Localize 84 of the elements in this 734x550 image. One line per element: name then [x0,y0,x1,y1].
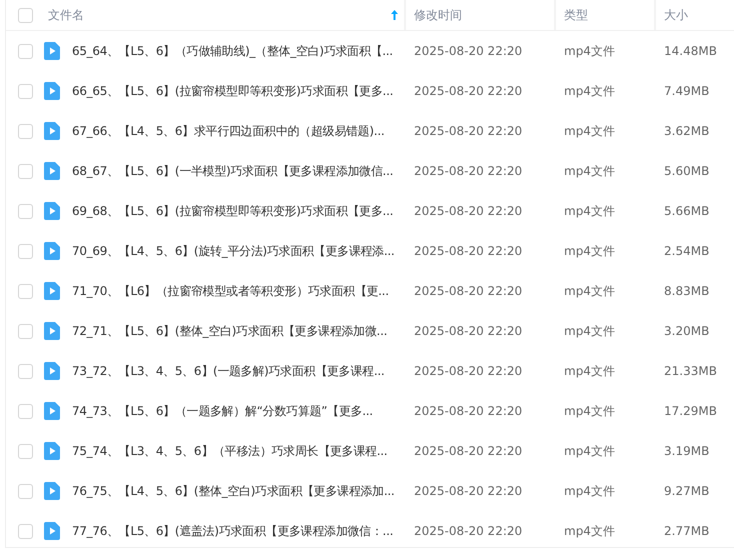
file-name[interactable]: 66_65、【L5、6】(拉窗帘模型即等积变形)巧求面积【更多... [72,82,404,100]
row-checkbox[interactable] [18,84,33,98]
file-type: mp4文件 [563,282,616,300]
file-name[interactable]: 73_72、【L3、4、5、6】(一题多解)巧求面积【更多课程... [72,362,404,380]
modified-time: 2025-08-20 22:20 [413,84,524,98]
modified-time: 2025-08-20 22:20 [413,324,524,338]
file-type: mp4文件 [563,482,616,500]
sort-arrow-icon [391,10,398,20]
file-size: 3.20MB [663,324,710,338]
select-all-checkbox[interactable] [18,8,33,22]
row-checkbox[interactable] [18,324,33,338]
file-name[interactable]: 75_74、【L3、4、5、6】（平移法）巧求周长【更多课程... [72,442,404,460]
video-file-icon [44,42,60,60]
row-checkbox[interactable] [18,364,33,378]
file-size: 2.77MB [663,524,710,538]
file-type: mp4文件 [563,522,616,540]
column-header[interactable]: 大小 [664,6,688,24]
file-name[interactable]: 65_64、【L5、6】（巧做辅助线)_（整体_空白)巧求面积【... [72,42,404,60]
modified-time: 2025-08-20 22:20 [413,524,524,538]
file-type: mp4文件 [563,162,616,180]
file-type: mp4文件 [563,202,616,220]
video-file-icon [44,522,60,540]
video-file-icon [44,442,60,460]
file-size: 21.33MB [663,364,718,378]
file-name[interactable]: 69_68、【L5、6】(拉窗帘模型即等积变形)巧求面积【更多... [72,202,404,220]
video-file-icon [44,82,60,100]
file-name[interactable]: 71_70、【L6】（拉窗帘模型或者等积变形）巧求面积【更... [72,282,404,300]
file-type: mp4文件 [563,322,616,340]
video-file-icon [44,402,60,420]
file-name[interactable]: 74_73、【L5、6】（一题多解）解“分数巧算题”【更多... [72,402,404,420]
video-file-icon [44,282,60,300]
file-name[interactable]: 77_76、【L5、6】(遮盖法)巧求面积【更多课程添加微信：... [72,522,404,540]
video-file-icon [44,362,60,380]
column-header[interactable]: 类型 [564,6,588,24]
file-size: 8.83MB [663,284,710,298]
file-type: mp4文件 [563,442,616,460]
modified-time: 2025-08-20 22:20 [413,484,524,498]
modified-time: 2025-08-20 22:20 [413,404,524,418]
file-size: 2.54MB [663,244,710,258]
modified-time: 2025-08-20 22:20 [413,164,524,178]
file-size: 3.62MB [663,124,710,138]
modified-time: 2025-08-20 22:20 [413,244,524,258]
file-size: 14.48MB [663,44,718,58]
row-checkbox[interactable] [18,164,33,178]
modified-time: 2025-08-20 22:20 [413,204,524,218]
file-type: mp4文件 [563,362,616,380]
row-checkbox[interactable] [18,204,33,218]
row-checkbox[interactable] [18,244,33,258]
file-type: mp4文件 [563,242,616,260]
modified-time: 2025-08-20 22:20 [413,284,524,298]
column-header[interactable]: 修改时间 [414,6,462,24]
column-header[interactable]: 文件名 [48,6,84,24]
modified-time: 2025-08-20 22:20 [413,444,524,458]
file-type: mp4文件 [563,82,616,100]
modified-time: 2025-08-20 22:20 [413,44,524,58]
file-size: 5.60MB [663,164,710,178]
file-name[interactable]: 70_69、【L4、5、6】(旋转_平分法)巧求面积【更多课程添... [72,242,404,260]
file-name[interactable]: 68_67、【L5、6】(一半模型)巧求面积【更多课程添加微信... [72,162,404,180]
file-type: mp4文件 [563,42,616,60]
video-file-icon [44,482,60,500]
row-checkbox[interactable] [18,284,33,298]
video-file-icon [44,322,60,340]
file-size: 9.27MB [663,484,710,498]
row-checkbox[interactable] [18,484,33,498]
video-file-icon [44,242,60,260]
file-size: 5.66MB [663,204,710,218]
file-name[interactable]: 76_75、【L4、5、6】(整体_空白)巧求面积【更多课程添加... [72,482,404,500]
file-size: 7.49MB [663,84,710,98]
row-checkbox[interactable] [18,444,33,458]
file-type: mp4文件 [563,402,616,420]
file-size: 17.29MB [663,404,718,418]
row-checkbox[interactable] [18,124,33,138]
row-checkbox[interactable] [18,404,33,418]
video-file-icon [44,122,60,140]
file-type: mp4文件 [563,122,616,140]
row-checkbox[interactable] [18,524,33,538]
row-checkbox[interactable] [18,44,33,58]
video-file-icon [44,202,60,220]
video-file-icon [44,162,60,180]
file-size: 3.19MB [663,444,710,458]
modified-time: 2025-08-20 22:20 [413,124,524,138]
modified-time: 2025-08-20 22:20 [413,364,524,378]
file-name[interactable]: 72_71、【L5、6】(整体_空白)巧求面积【更多课程添加微... [72,322,404,340]
file-name[interactable]: 67_66、【L4、5、6】求平行四边面积中的（超级易错题)... [72,122,404,140]
